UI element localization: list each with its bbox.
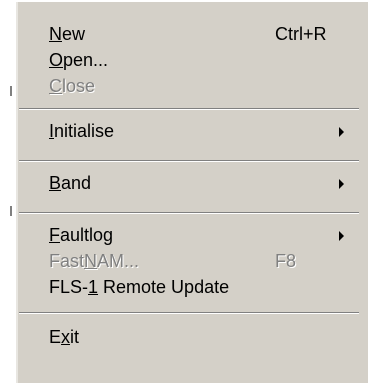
submenu-arrow-icon: [339, 179, 344, 189]
menu-item-initialise[interactable]: Initialise: [16, 118, 368, 144]
menu-separator: [19, 312, 359, 314]
background-window-edge: [0, 0, 14, 383]
submenu-arrow-icon: [339, 127, 344, 137]
menu-separator: [19, 212, 359, 214]
menu-item-close: Close: [16, 73, 368, 99]
menu-item-faultlog[interactable]: Faultlog: [16, 222, 368, 248]
menu-separator: [19, 160, 359, 162]
menu-item-open[interactable]: Open...: [16, 47, 368, 73]
menu-item-label: Exit: [49, 327, 80, 347]
background-edge-mark: [10, 206, 12, 216]
menu-separator: [19, 108, 359, 110]
menu-item-label: Band: [49, 173, 92, 193]
submenu-arrow-icon: [339, 231, 344, 241]
menu-item-label: FLS-1 Remote Update: [49, 277, 230, 297]
menu-item-fls1-remote-update[interactable]: FLS-1 Remote Update: [16, 274, 368, 300]
background-edge-mark: [10, 86, 12, 96]
shortcut-label: Ctrl+R: [275, 24, 327, 44]
menu-item-new[interactable]: New Ctrl+R: [16, 21, 368, 47]
menu-item-label: FastNAM...: [49, 251, 140, 271]
menu-item-label: Initialise: [49, 121, 115, 141]
menu-item-label: New: [49, 24, 86, 44]
file-dropdown-menu: New Ctrl+R Open... Close Initialise Band…: [14, 0, 368, 383]
menu-item-label: Close: [49, 76, 96, 96]
menu-item-exit[interactable]: Exit: [16, 324, 368, 350]
shortcut-label: F8: [275, 251, 297, 271]
menu-item-fastnam: FastNAM... F8: [16, 248, 368, 274]
menu-item-band[interactable]: Band: [16, 170, 368, 196]
menu-item-label: Faultlog: [49, 225, 114, 245]
menu-item-label: Open...: [49, 50, 109, 70]
